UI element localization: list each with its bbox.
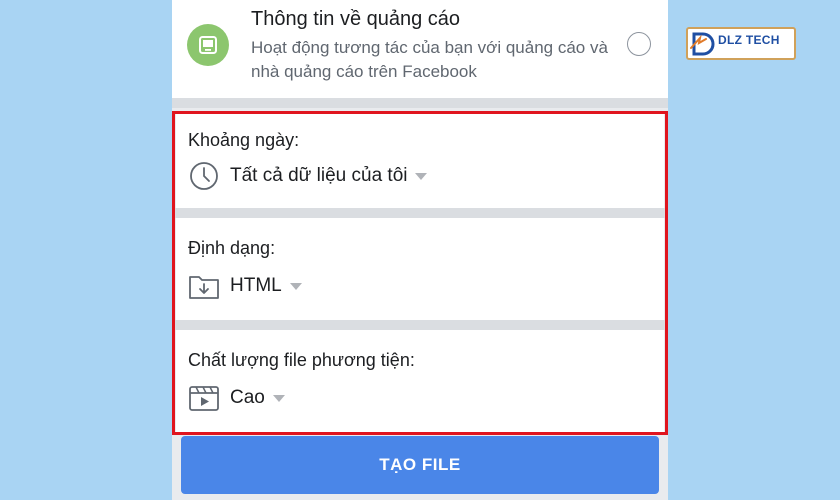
date-range-select[interactable]: Tất cả dữ liệu của tôi <box>188 160 428 192</box>
divider <box>172 320 668 330</box>
create-file-button[interactable]: TẠO FILE <box>181 436 659 494</box>
ad-info-radio[interactable] <box>627 32 651 56</box>
media-quality-value: Cao <box>230 387 265 408</box>
dlz-tech-logo: DLZ TECH <box>686 27 796 60</box>
format-section: Định dạng: HTML <box>176 218 664 320</box>
format-label: Định dạng: <box>188 238 276 258</box>
ad-info-description: Hoạt động tương tác của bạn với quảng cá… <box>251 38 608 81</box>
ad-monitor-icon <box>187 24 229 66</box>
ad-info-option[interactable]: Thông tin về quảng cáo Hoạt động tương t… <box>172 0 668 98</box>
ad-info-title: Thông tin về quảng cáo <box>251 8 461 30</box>
format-value: HTML <box>230 275 282 296</box>
date-range-label: Khoảng ngày: <box>188 130 300 150</box>
download-info-panel: Thông tin về quảng cáo Hoạt động tương t… <box>172 0 668 500</box>
date-range-section: Khoảng ngày: Tất cả dữ liệu của tôi <box>176 114 664 208</box>
folder-download-icon <box>188 270 220 302</box>
video-clapper-icon <box>188 382 220 414</box>
media-quality-select[interactable]: Cao <box>188 382 285 414</box>
media-quality-label: Chất lượng file phương tiện: <box>188 350 415 370</box>
date-range-value: Tất cả dữ liệu của tôi <box>230 165 408 186</box>
chevron-down-icon <box>272 394 285 402</box>
media-quality-section: Chất lượng file phương tiện: Cao <box>176 330 664 432</box>
dlz-logo-icon <box>690 32 715 56</box>
format-select[interactable]: HTML <box>188 270 302 302</box>
chevron-down-icon <box>415 172 428 180</box>
logo-brand-text: DLZ TECH <box>718 33 780 47</box>
divider <box>172 208 668 218</box>
divider <box>172 98 668 108</box>
chevron-down-icon <box>289 282 302 290</box>
clock-icon <box>188 160 220 192</box>
